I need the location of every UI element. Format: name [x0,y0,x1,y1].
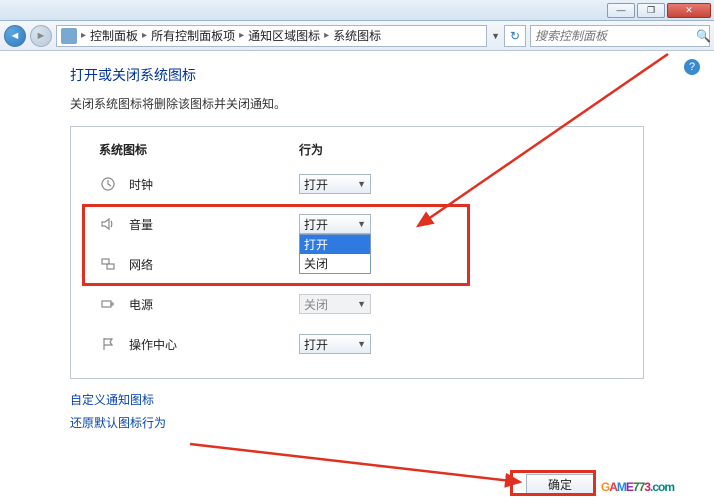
chevron-down-icon: ▼ [357,219,366,229]
dropdown-option-close[interactable]: 关闭 [300,254,370,273]
volume-select[interactable]: 打开▼ 打开 关闭 [299,214,371,234]
titlebar: — ❐ ✕ [0,0,714,21]
chevron-right-icon: ▸ [322,30,331,41]
power-select: 关闭▼ [299,294,371,314]
maximize-button[interactable]: ❐ [637,3,665,18]
network-icon [99,256,117,272]
volume-icon [99,216,117,232]
flag-icon [99,336,117,352]
help-icon[interactable]: ? [684,59,700,75]
header-icon: 系统图标 [99,141,299,158]
control-panel-icon [61,28,77,44]
chevron-down-icon: ▼ [357,339,366,349]
row-clock: 时钟 打开▼ [99,164,615,204]
row-label: 音量 [129,216,299,233]
breadcrumb-root[interactable]: 控制面板 [90,27,138,44]
chevron-right-icon: ▸ [140,30,149,41]
table-header: 系统图标 行为 [99,141,615,164]
search-input[interactable] [535,29,692,43]
breadcrumb-l1[interactable]: 所有控制面板项 [151,27,235,44]
breadcrumb[interactable]: ▸ 控制面板 ▸ 所有控制面板项 ▸ 通知区域图标 ▸ 系统图标 [56,25,487,47]
link-customize[interactable]: 自定义通知图标 [70,391,644,408]
dropdown-option-open[interactable]: 打开 [300,235,370,254]
links: 自定义通知图标 还原默认图标行为 [70,391,644,431]
content: ? 打开或关闭系统图标 关闭系统图标将删除该图标并关闭通知。 系统图标 行为 时… [0,51,714,447]
row-label: 电源 [129,296,299,313]
row-label: 时钟 [129,176,299,193]
watermark: GAME773.com [601,467,674,498]
row-label: 操作中心 [129,336,299,353]
minimize-button[interactable]: — [607,3,635,18]
row-action-center: 操作中心 打开▼ [99,324,615,364]
chevron-down-icon: ▼ [357,179,366,189]
dropdown-arrow-icon[interactable]: ▼ [491,31,500,41]
page-title: 打开或关闭系统图标 [70,65,644,85]
icon-panel: 系统图标 行为 时钟 打开▼ 音量 打开▼ 打开 关闭 网络 打开▼ [70,126,644,379]
action-select[interactable]: 打开▼ [299,334,371,354]
navbar: ◄ ► ▸ 控制面板 ▸ 所有控制面板项 ▸ 通知区域图标 ▸ 系统图标 ▼ ↻… [0,21,714,51]
row-label: 网络 [129,256,299,273]
row-power: 电源 关闭▼ [99,284,615,324]
link-restore[interactable]: 还原默认图标行为 [70,414,644,431]
search-box[interactable]: 🔍 [530,25,710,47]
clock-icon [99,176,117,192]
breadcrumb-l2[interactable]: 通知区域图标 [248,27,320,44]
forward-button[interactable]: ► [30,25,52,47]
close-button[interactable]: ✕ [667,3,711,18]
refresh-button[interactable]: ↻ [504,25,526,47]
row-volume: 音量 打开▼ 打开 关闭 [99,204,615,244]
header-action: 行为 [299,141,615,158]
clock-select[interactable]: 打开▼ [299,174,371,194]
back-button[interactable]: ◄ [4,25,26,47]
chevron-right-icon: ▸ [79,30,88,41]
chevron-down-icon: ▼ [357,299,366,309]
breadcrumb-l3[interactable]: 系统图标 [333,27,381,44]
power-icon [99,296,117,312]
chevron-right-icon: ▸ [237,30,246,41]
search-icon[interactable]: 🔍 [696,29,711,43]
volume-dropdown: 打开 关闭 [299,234,371,274]
page-desc: 关闭系统图标将删除该图标并关闭通知。 [70,95,644,112]
ok-button[interactable]: 确定 [526,474,594,494]
